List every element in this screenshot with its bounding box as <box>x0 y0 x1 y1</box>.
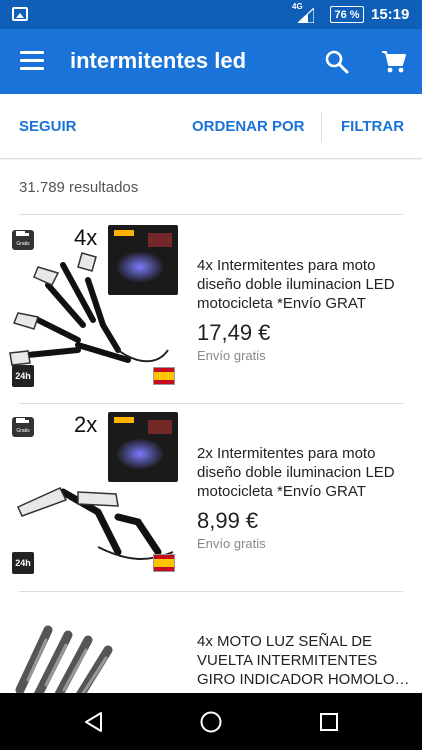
lit-signal-photo <box>108 412 178 482</box>
item-shipping: Envío gratis <box>197 348 266 363</box>
truck-icon <box>16 231 29 236</box>
gallery-notification-icon <box>12 7 28 21</box>
app-bar: intermitentes led <box>0 29 422 94</box>
action-row: SEGUIR ORDENAR POR FILTRAR <box>0 94 422 159</box>
spain-flag-icon <box>153 367 175 385</box>
search-query-title[interactable]: intermitentes led <box>70 48 246 74</box>
quantity-label: 4x <box>74 225 98 250</box>
fast-delivery-badge: 24h <box>12 552 34 574</box>
results-count: 31.789 resultados <box>19 179 139 196</box>
battery-indicator: 76 % <box>330 6 364 23</box>
item-title[interactable]: 4x Intermitentes para moto diseño doble … <box>197 256 415 313</box>
filter-button[interactable]: FILTRAR <box>341 118 404 135</box>
sort-button[interactable]: ORDENAR POR <box>192 118 305 135</box>
turn-signal-image <box>15 625 113 693</box>
item-title[interactable]: 2x Intermitentes para moto diseño doble … <box>197 444 415 501</box>
follow-button[interactable]: SEGUIR <box>19 118 77 135</box>
truck-icon <box>16 418 29 423</box>
free-shipping-badge: Gratis <box>12 417 34 437</box>
navigation-bar <box>0 693 422 750</box>
list-item[interactable]: Gratis 2x 24h 2x Intermitentes para moto… <box>0 408 422 588</box>
clock: 15:19 <box>371 6 410 23</box>
product-image: Gratis 2x 24h <box>8 412 183 577</box>
search-icon[interactable] <box>324 49 350 75</box>
home-icon[interactable] <box>199 711 223 733</box>
cart-icon[interactable] <box>380 49 408 75</box>
spain-flag-icon <box>153 554 175 572</box>
product-image <box>8 600 183 693</box>
status-bar: 4G 76 % 15:19 <box>0 0 422 29</box>
back-icon[interactable] <box>83 711 105 733</box>
divider <box>19 403 403 404</box>
item-title[interactable]: 4x MOTO LUZ SEÑAL DE VUELTA INTERMITENTE… <box>197 632 415 689</box>
divider <box>19 591 403 592</box>
fast-delivery-badge: 24h <box>12 365 34 387</box>
recents-icon[interactable] <box>318 711 340 733</box>
item-price: 8,99 € <box>197 508 259 533</box>
divider <box>19 214 403 215</box>
results-list: 31.789 resultados Gratis 4x 24h 4x Inter… <box>0 160 422 693</box>
product-image: Gratis 4x 24h <box>8 225 183 390</box>
divider <box>321 112 322 142</box>
list-item[interactable]: 4x MOTO LUZ SEÑAL DE VUELTA INTERMITENTE… <box>0 596 422 693</box>
list-item[interactable]: Gratis 4x 24h 4x Intermitentes para moto… <box>0 220 422 400</box>
menu-icon[interactable] <box>20 51 44 71</box>
item-price: 17,49 € <box>197 320 271 345</box>
signal-icon <box>298 8 314 23</box>
item-shipping: Envío gratis <box>197 536 266 551</box>
free-shipping-badge: Gratis <box>12 230 34 250</box>
quantity-label: 2x <box>74 412 98 437</box>
lit-signal-photo <box>108 225 178 295</box>
